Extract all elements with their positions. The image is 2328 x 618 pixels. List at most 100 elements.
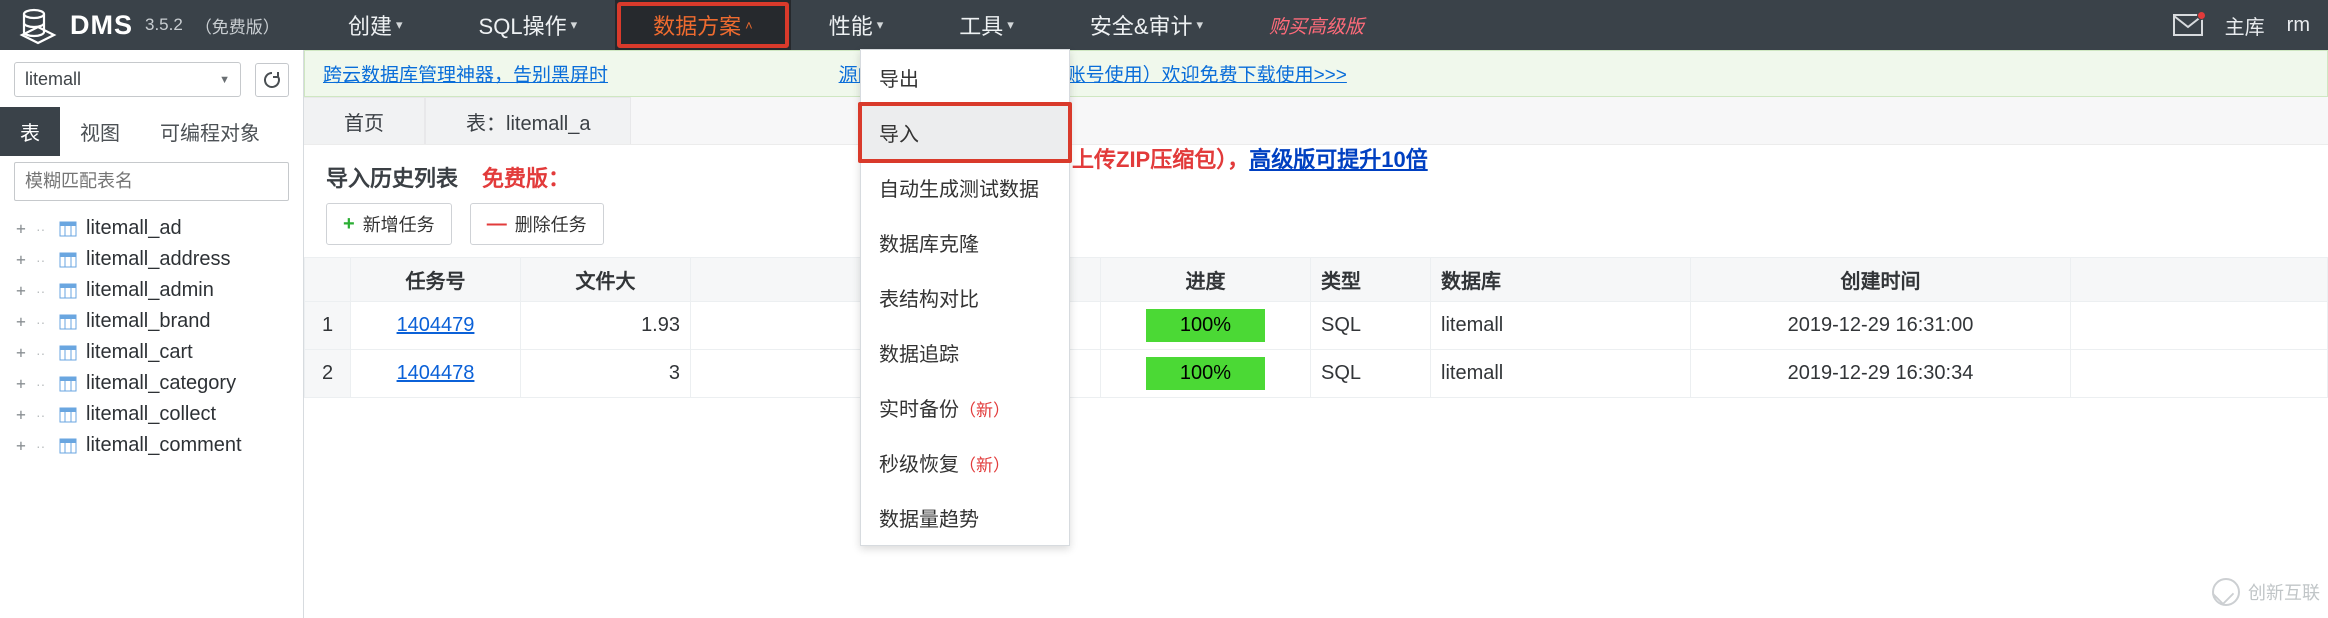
cell-filesize: 1.93	[521, 302, 691, 350]
sidebar-tab-tables[interactable]: 表	[0, 107, 60, 156]
progress-badge: 100%	[1146, 357, 1265, 390]
tasks-table: 任务号 文件大 总行数 进度 类型 数据库 创建时间 1 1404479 1.9…	[304, 257, 2328, 398]
cell-created: 2019-12-29 16:30:34	[1691, 350, 2071, 398]
menu-sql[interactable]: SQL操作▾	[441, 0, 616, 50]
section-title-text: 导入历史列表	[326, 161, 458, 193]
table-search-input[interactable]	[14, 162, 289, 201]
app-logo-icon	[18, 5, 58, 45]
main-area: 跨云数据库管理神器，告别黑屏时 源的公网访问（支持主、子账号使用）欢迎免费下载使…	[304, 50, 2328, 618]
cell-created: 2019-12-29 16:31:00	[1691, 302, 2071, 350]
expand-icon[interactable]: +	[14, 405, 28, 424]
sidebar-tab-programmable[interactable]: 可编程对象	[140, 107, 280, 156]
cell-db: litemall	[1431, 350, 1691, 398]
table-icon	[58, 313, 78, 331]
brand: DMS 3.5.2 （免费版）	[18, 5, 310, 45]
promo-banner: 跨云数据库管理神器，告别黑屏时 源的公网访问（支持主、子账号使用）欢迎免费下载使…	[304, 50, 2328, 97]
table-icon	[58, 220, 78, 238]
table-row[interactable]: +··litemall_comment	[0, 430, 303, 461]
upgrade-link[interactable]: 高级版可提升10倍	[1249, 147, 1427, 172]
notification-dot-icon	[2197, 11, 2206, 20]
menu-data-scheme[interactable]: 数据方案˄	[615, 0, 791, 50]
table-row[interactable]: +··litemall_collect	[0, 399, 303, 430]
table-row[interactable]: 2 1404478 3 100% SQL litemall 2019-12-29…	[305, 350, 2328, 398]
expand-icon[interactable]: +	[14, 281, 28, 300]
row-index: 1	[305, 302, 351, 350]
buy-premium-link[interactable]: 购买高级版	[1241, 12, 1392, 39]
data-scheme-dropdown: 导出 导入 自动生成测试数据 数据库克隆 表结构对比 数据追踪 实时备份（新） …	[860, 49, 1070, 546]
table-icon	[58, 375, 78, 393]
banner-link-left[interactable]: 跨云数据库管理神器，告别黑屏时	[323, 65, 608, 86]
section-free-label: 免费版：	[482, 161, 570, 193]
table-icon	[58, 344, 78, 362]
table-row[interactable]: +··litemall_address	[0, 244, 303, 275]
task-id-link[interactable]: 1404478	[397, 362, 475, 384]
menu-tools[interactable]: 工具▾	[921, 0, 1052, 50]
cell-type: SQL	[1311, 350, 1431, 398]
dropdown-db-clone[interactable]: 数据库克隆	[861, 215, 1069, 270]
table-icon	[58, 437, 78, 455]
expand-icon[interactable]: +	[14, 343, 28, 362]
expand-icon[interactable]: +	[14, 436, 28, 455]
dropdown-second-recover[interactable]: 秒级恢复（新）	[861, 435, 1069, 490]
watermark-icon	[2212, 578, 2240, 606]
dropdown-data-track[interactable]: 数据追踪	[861, 325, 1069, 380]
task-toolbar: +新增任务 —删除任务	[304, 203, 2328, 257]
upload-hint: 上传ZIP压缩包），高级版可提升10倍	[1072, 142, 1428, 174]
table-row[interactable]: +··litemall_cart	[0, 337, 303, 368]
host-label: 主库	[2225, 11, 2265, 40]
table-icon	[58, 282, 78, 300]
delete-task-button[interactable]: —删除任务	[470, 203, 604, 245]
menu-performance[interactable]: 性能▾	[791, 0, 922, 50]
table-row[interactable]: +··litemall_category	[0, 368, 303, 399]
dropdown-schema-diff[interactable]: 表结构对比	[861, 270, 1069, 325]
topbar-right: 主库 rm	[2173, 11, 2310, 40]
expand-icon[interactable]: +	[14, 219, 28, 238]
sidebar: litemall ▼ 表 视图 可编程对象 +··litemall_ad +··…	[0, 50, 304, 618]
tree-connector-icon: ··	[36, 221, 50, 237]
sidebar-tab-views[interactable]: 视图	[60, 107, 140, 156]
table-row[interactable]: +··litemall_ad	[0, 213, 303, 244]
new-tag: （新）	[959, 401, 1010, 420]
add-task-button[interactable]: +新增任务	[326, 203, 452, 245]
tab-table[interactable]: 表：litemall_a	[425, 97, 631, 144]
expand-icon[interactable]: +	[14, 250, 28, 269]
table-icon	[58, 406, 78, 424]
app-version: 3.5.2	[145, 15, 183, 35]
refresh-button[interactable]	[255, 63, 289, 97]
main-menu: 创建▾ SQL操作▾ 数据方案˄ 性能▾ 工具▾ 安全&审计▾ 购买高级版	[310, 0, 1392, 50]
expand-icon[interactable]: +	[14, 312, 28, 331]
cell-filesize: 3	[521, 350, 691, 398]
app-name: DMS	[70, 10, 133, 41]
dropdown-export[interactable]: 导出	[861, 50, 1069, 105]
menu-create[interactable]: 创建▾	[310, 0, 441, 50]
expand-icon[interactable]: +	[14, 374, 28, 393]
database-select[interactable]: litemall ▼	[14, 62, 241, 97]
task-id-link[interactable]: 1404479	[397, 314, 475, 336]
dropdown-realtime-backup[interactable]: 实时备份（新）	[861, 380, 1069, 435]
cell-progress: 100%	[1101, 350, 1311, 398]
tree-connector-icon: ··	[36, 345, 50, 361]
content-tabs: 首页 表：litemall_a	[304, 97, 2328, 145]
dropdown-import[interactable]: 导入	[861, 105, 1069, 160]
cell-db: litemall	[1431, 302, 1691, 350]
cell-progress: 100%	[1101, 302, 1311, 350]
minus-icon: —	[487, 214, 507, 234]
dropdown-gen-test-data[interactable]: 自动生成测试数据	[861, 160, 1069, 215]
watermark: 创新互联	[2212, 578, 2320, 606]
table-row[interactable]: +··litemall_admin	[0, 275, 303, 306]
chevron-down-icon: ▼	[219, 74, 230, 86]
dropdown-data-trend[interactable]: 数据量趋势	[861, 490, 1069, 545]
table-icon	[58, 251, 78, 269]
table-tree: +··litemall_ad +··litemall_address +··li…	[0, 209, 303, 461]
topbar: DMS 3.5.2 （免费版） 创建▾ SQL操作▾ 数据方案˄ 性能▾ 工具▾…	[0, 0, 2328, 50]
table-header: 任务号 文件大 总行数 进度 类型 数据库 创建时间	[305, 258, 2328, 302]
sidebar-tabs: 表 视图 可编程对象	[0, 107, 303, 156]
tree-connector-icon: ··	[36, 376, 50, 392]
table-row[interactable]: +··litemall_brand	[0, 306, 303, 337]
menu-security[interactable]: 安全&审计▾	[1052, 0, 1241, 50]
tab-home[interactable]: 首页	[304, 97, 425, 144]
host-name: rm	[2287, 14, 2310, 37]
table-row[interactable]: 1 1404479 1.93 100% SQL litemall 2019-12…	[305, 302, 2328, 350]
mail-icon[interactable]	[2173, 14, 2203, 36]
database-select-value: litemall	[25, 69, 81, 90]
